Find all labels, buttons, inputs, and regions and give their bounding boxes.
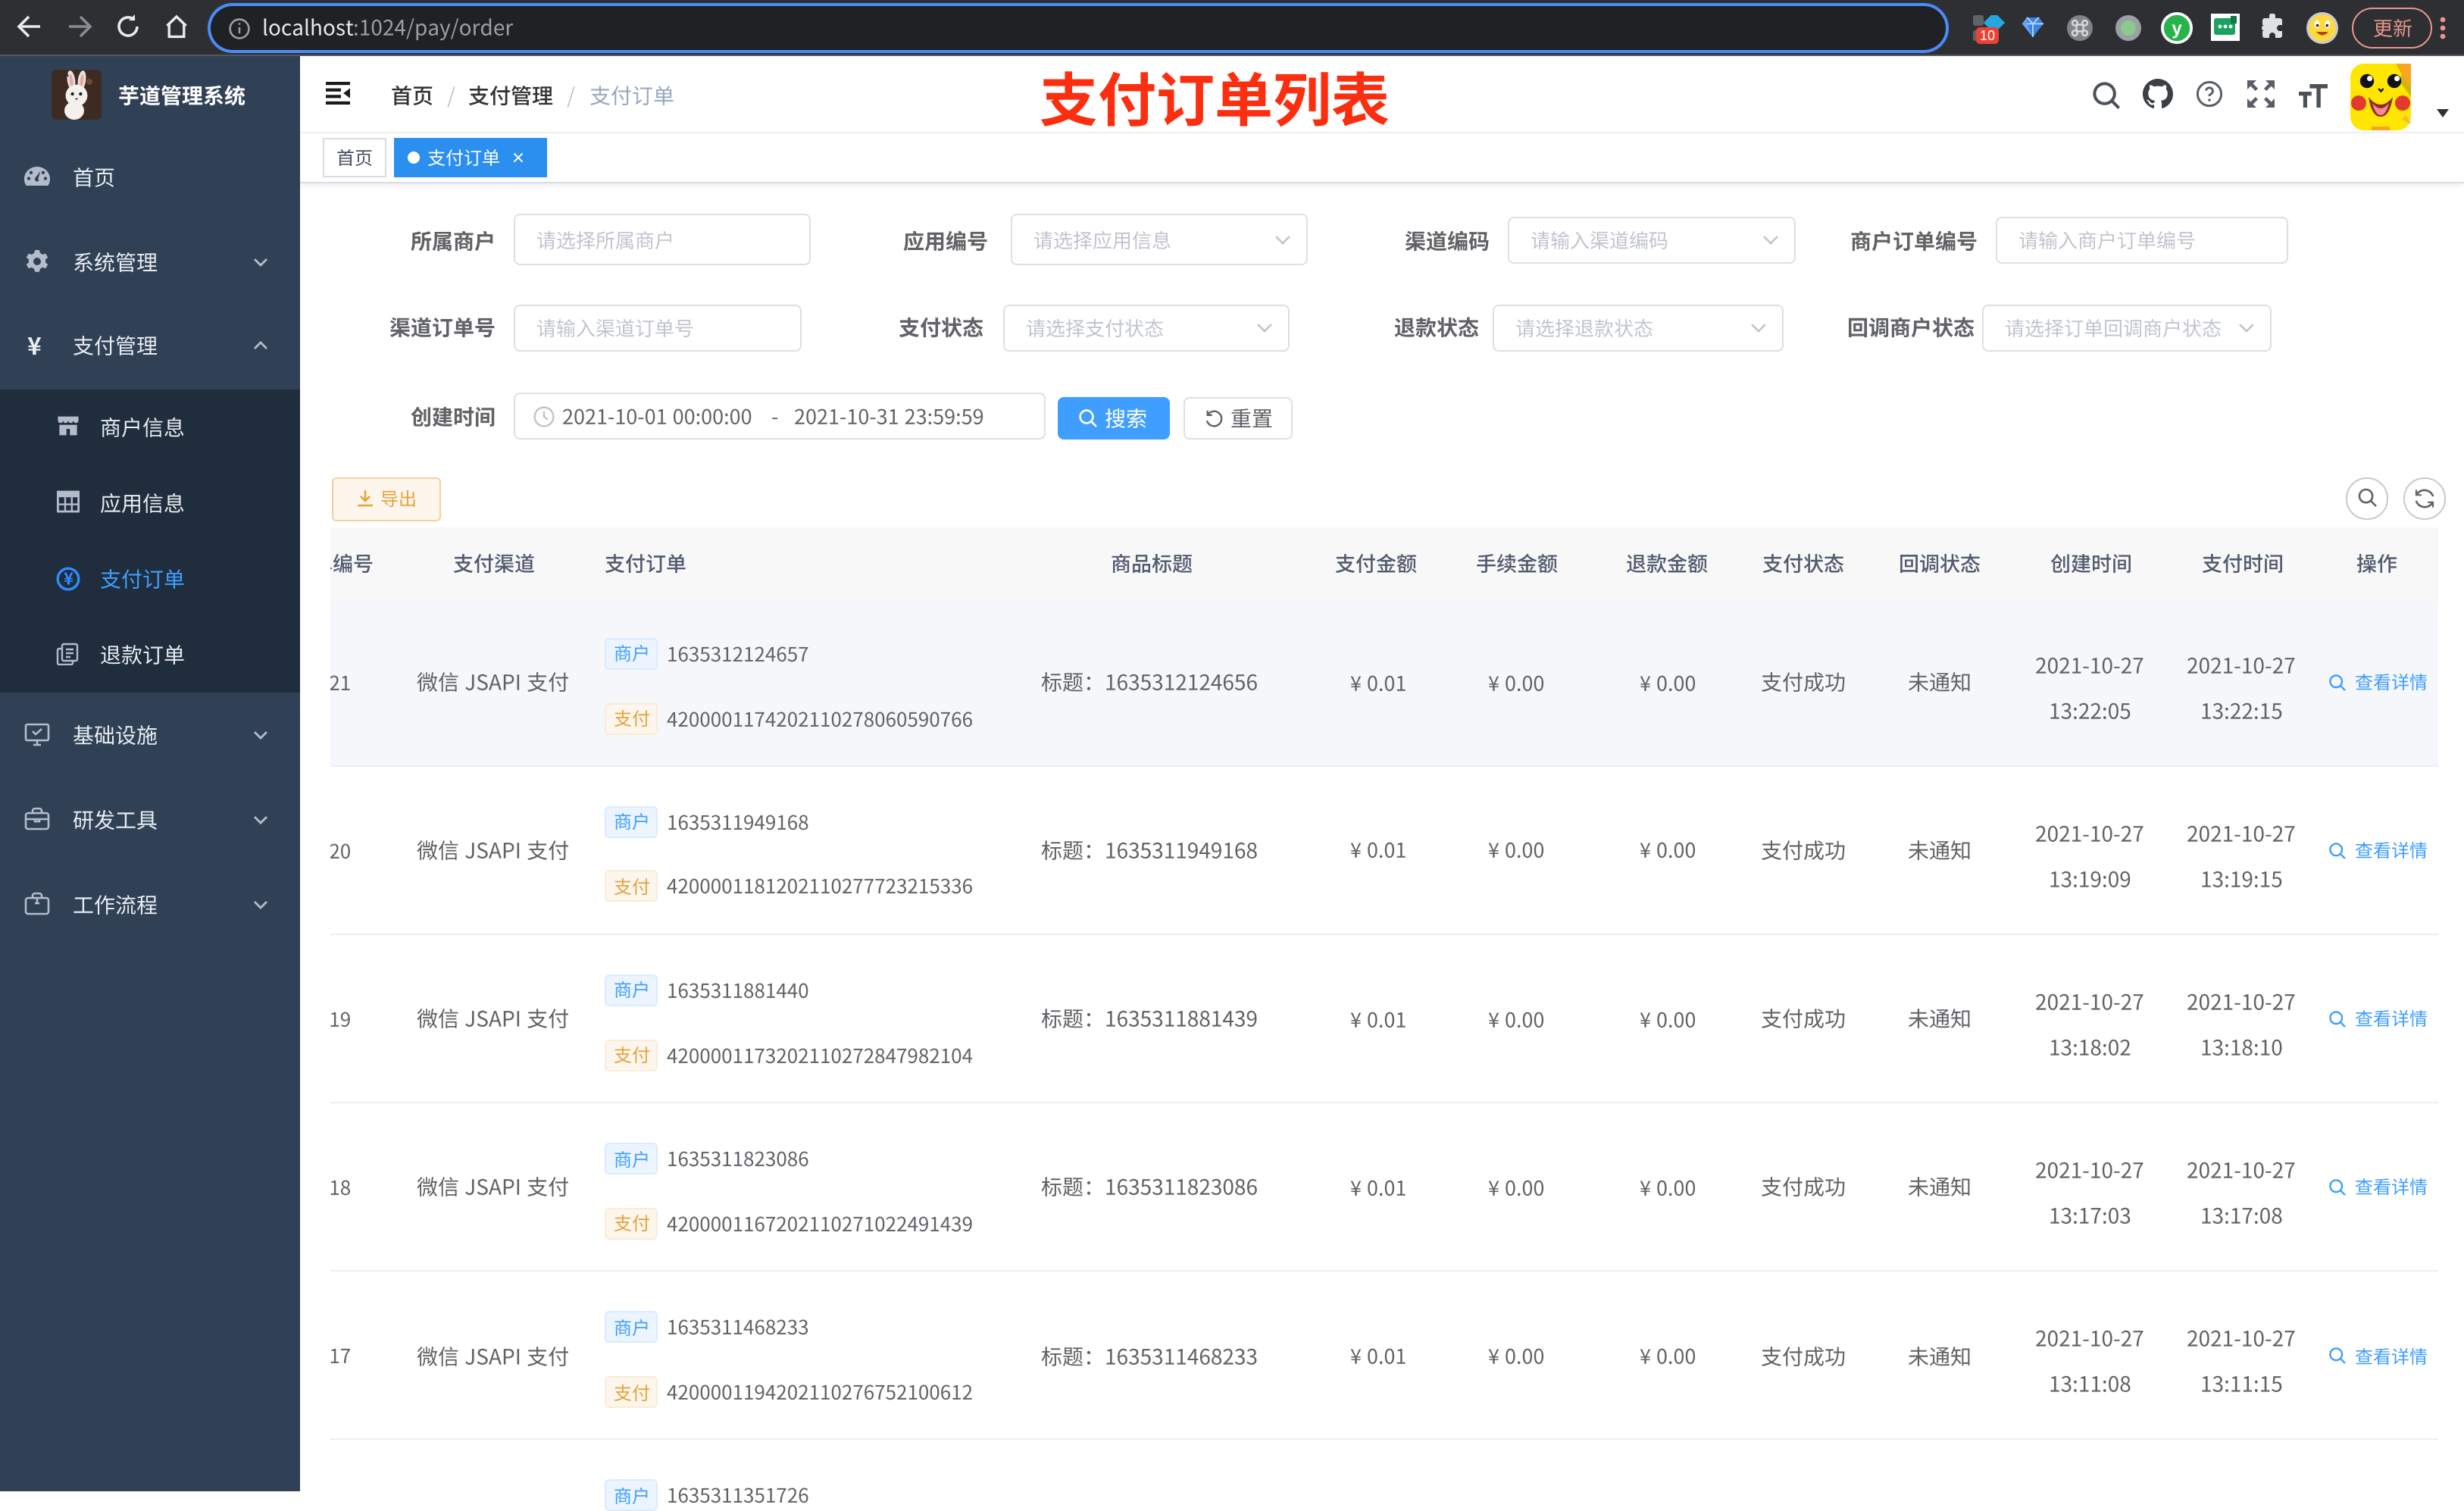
svg-text:y: y bbox=[2172, 19, 2182, 39]
svg-text:10: 10 bbox=[1980, 28, 1995, 43]
